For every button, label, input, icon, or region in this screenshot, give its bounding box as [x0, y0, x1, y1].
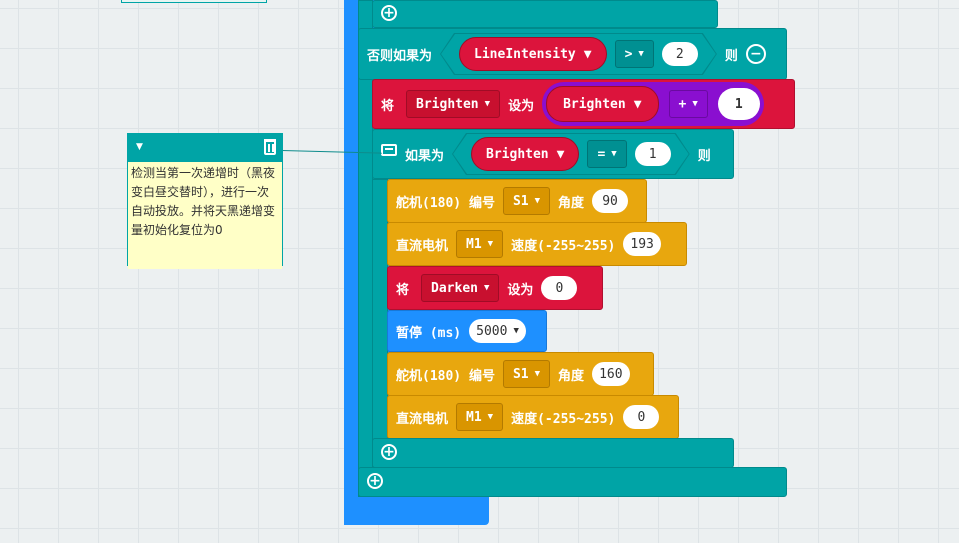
servo-block-1[interactable]: 舵机(180) 编号 S1 ▼ 角度 90: [387, 179, 647, 223]
comment-icon[interactable]: [381, 144, 397, 156]
angle-label: 角度: [558, 368, 585, 384]
caret-down-icon: ▼: [583, 46, 592, 62]
equals-dropdown[interactable]: = ▼: [587, 140, 626, 168]
speed-label: 速度(-255~255): [511, 238, 616, 254]
caret-down-icon: ▼: [534, 369, 541, 379]
motor-port-dropdown[interactable]: M1 ▼: [456, 230, 504, 258]
speed-label: 速度(-255~255): [511, 411, 616, 427]
motor-label: 直流电机: [396, 238, 449, 254]
caret-down-icon: ▼: [487, 239, 494, 249]
comment-text[interactable]: 检测当第一次递增时（黑夜变白昼交替时），进行一次自动投放。并将天黑递增变量初始化…: [128, 162, 282, 269]
to-label: 设为: [508, 98, 535, 114]
caret-down-icon: ▼: [484, 99, 491, 109]
angle-value[interactable]: 160: [592, 362, 630, 386]
then-label: 则: [697, 148, 711, 164]
caret-down-icon: ▼: [534, 196, 541, 206]
comment-remnant: [121, 0, 267, 3]
minus-circle-icon[interactable]: −: [745, 44, 766, 64]
motor-block-1[interactable]: 直流电机 M1 ▼ 速度(-255~255) 193: [387, 222, 687, 266]
outer-if-footer: [358, 467, 787, 497]
motor-port-dropdown[interactable]: M1 ▼: [456, 403, 504, 431]
set-label: 将: [396, 282, 410, 298]
else-if-row[interactable]: 否则如果为 LineIntensity ▼ > ▼ 2 则 −: [358, 28, 787, 80]
set-brighten-block[interactable]: 将 Brighten ▼ 设为 Brighten ▼ + ▼ 1: [372, 79, 795, 129]
plus-circle-icon[interactable]: +: [367, 473, 383, 489]
compare-value[interactable]: 2: [662, 42, 698, 66]
math-expression[interactable]: Brighten ▼ + ▼ 1: [542, 82, 764, 126]
var-brighten[interactable]: Brighten ▼: [546, 86, 659, 122]
else-if-label: 否则如果为: [367, 48, 433, 64]
caret-down-icon: ▼: [487, 412, 494, 422]
servo-block-2[interactable]: 舵机(180) 编号 S1 ▼ 角度 160: [387, 352, 654, 396]
caret-down-icon: ▼: [638, 49, 644, 59]
pause-label: 暂停 (ms): [396, 325, 462, 341]
to-label: 设为: [507, 282, 534, 298]
caret-down-icon: ▼: [633, 96, 642, 112]
pause-value-dropdown[interactable]: 5000 ▼: [469, 319, 526, 343]
variable-dropdown[interactable]: Brighten ▼: [406, 90, 501, 118]
motor-label: 直流电机: [396, 411, 449, 427]
prev-branch-end: [372, 0, 718, 28]
set-darken-block[interactable]: 将 Darken ▼ 设为 0: [387, 266, 603, 310]
servo-port-dropdown[interactable]: S1 ▼: [502, 187, 551, 215]
operator-dropdown[interactable]: > ▼: [615, 40, 654, 68]
inner-if-row[interactable]: 如果为 Brighten ▼ = ▼ 1 则: [372, 129, 734, 179]
trash-icon[interactable]: [264, 139, 276, 155]
caret-down-icon[interactable]: ▼: [136, 142, 143, 152]
variable-dropdown[interactable]: Darken ▼: [421, 274, 500, 302]
angle-value[interactable]: 90: [592, 189, 629, 213]
plus-circle-icon[interactable]: +: [381, 5, 397, 21]
caret-down-icon: ▼: [611, 149, 617, 159]
equals-value[interactable]: 1: [635, 142, 671, 166]
math-op-dropdown[interactable]: + ▼: [668, 90, 708, 118]
plus-circle-icon[interactable]: +: [381, 444, 397, 460]
compare-condition[interactable]: LineIntensity ▼ > ▼ 2: [441, 34, 716, 74]
angle-label: 角度: [558, 195, 585, 211]
then-label: 则: [724, 48, 738, 64]
set-label: 将: [381, 98, 395, 114]
speed-value[interactable]: 193: [623, 232, 661, 256]
caret-down-icon: ▼: [513, 326, 519, 336]
math-value[interactable]: 1: [717, 88, 760, 120]
caret-down-icon: ▼: [692, 99, 698, 109]
motor-block-2[interactable]: 直流电机 M1 ▼ 速度(-255~255) 0: [387, 395, 679, 439]
caret-down-icon: ▼: [483, 283, 490, 293]
darken-value[interactable]: 0: [541, 276, 578, 300]
comment-header[interactable]: ▼: [128, 134, 282, 162]
pause-block[interactable]: 暂停 (ms) 5000 ▼: [387, 310, 547, 352]
equals-condition[interactable]: Brighten ▼ = ▼ 1: [453, 134, 689, 174]
comment-bubble[interactable]: ▼ 检测当第一次递增时（黑夜变白昼交替时），进行一次自动投放。并将天黑递增变量初…: [127, 133, 283, 269]
servo-label: 舵机(180) 编号: [396, 195, 495, 211]
var-lineintensity[interactable]: LineIntensity ▼: [459, 37, 607, 71]
if-label: 如果为: [405, 148, 445, 164]
caret-down-icon: ▼: [556, 146, 565, 162]
inner-if-footer: [372, 438, 734, 468]
servo-label: 舵机(180) 编号: [396, 368, 495, 384]
servo-port-dropdown[interactable]: S1 ▼: [502, 360, 551, 388]
speed-value[interactable]: 0: [623, 405, 660, 429]
var-brighten-cond[interactable]: Brighten ▼: [471, 137, 579, 171]
